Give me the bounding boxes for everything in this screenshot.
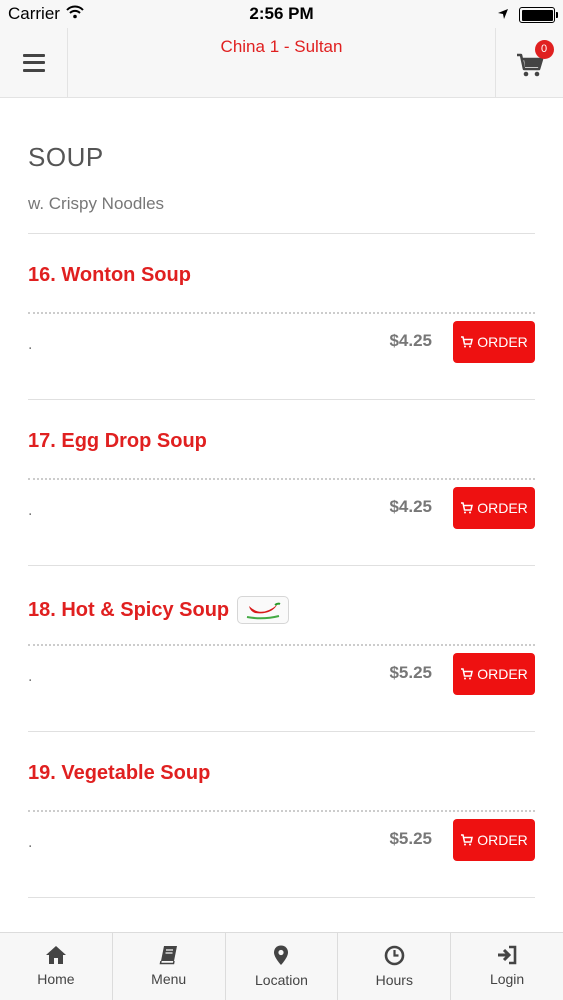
dotted-divider: [28, 478, 535, 480]
cart-icon: [461, 668, 474, 680]
section-subtitle: w. Crispy Noodles: [28, 194, 165, 213]
item-name: 18. Hot & Spicy Soup: [28, 596, 290, 624]
status-right: [497, 5, 558, 25]
dotted-divider: [28, 312, 535, 314]
menu-item: 18. Hot & Spicy Soup . $5.25 ORDER: [28, 566, 535, 732]
order-label: ORDER: [477, 500, 528, 516]
item-price: $5.25: [389, 829, 432, 848]
menu-item: 16. Wonton Soup . $4.25 ORDER: [28, 234, 535, 400]
item-description: .: [28, 834, 33, 851]
cart-icon: [461, 336, 474, 348]
order-button[interactable]: ORDER: [453, 819, 535, 861]
item-price: $4.25: [389, 497, 432, 516]
hamburger-icon: [22, 53, 45, 72]
location-arrow-icon: [497, 5, 509, 25]
menu-item: 19. Vegetable Soup . $5.25 ORDER: [28, 732, 535, 898]
item-price: $5.25: [389, 663, 432, 682]
item-price: $4.25: [389, 331, 432, 350]
order-label: ORDER: [477, 666, 528, 682]
menu-item: 17. Egg Drop Soup . $4.25 ORDER: [28, 400, 535, 566]
dotted-divider: [28, 810, 535, 812]
menu-content: SOUP w. Crispy Noodles 16. Wonton Soup .…: [28, 98, 535, 898]
nav-label: Hours: [375, 972, 413, 988]
cart-button[interactable]: 0: [495, 28, 563, 97]
book-icon: [159, 946, 177, 965]
bottom-nav: Home Menu Location Hours Login: [0, 932, 563, 1000]
item-name: 19. Vegetable Soup: [28, 762, 211, 784]
nav-label: Login: [489, 971, 525, 987]
nav-label: Home: [37, 971, 75, 987]
chili-pepper-icon: [237, 596, 290, 624]
nav-login[interactable]: Login: [451, 933, 563, 1000]
nav-label: Menu: [151, 971, 187, 987]
item-name: 17. Egg Drop Soup: [28, 430, 207, 452]
login-icon: [498, 945, 517, 965]
nav-label: Location: [255, 972, 308, 988]
cart-icon: [461, 834, 474, 846]
app-screen: Carrier 2:56 PM China 1 - Sultan 0 SOUP …: [0, 0, 563, 1000]
restaurant-title: China 1 - Sultan: [220, 37, 343, 56]
order-button[interactable]: ORDER: [453, 653, 535, 695]
item-description: .: [28, 502, 33, 519]
app-header: China 1 - Sultan 0: [0, 28, 563, 98]
item-name: 16. Wonton Soup: [28, 264, 191, 286]
nav-hours[interactable]: Hours: [338, 933, 452, 1000]
status-time: 2:56 PM: [249, 4, 314, 23]
nav-menu[interactable]: Menu: [113, 933, 226, 1000]
dotted-divider: [28, 644, 535, 646]
order-button[interactable]: ORDER: [453, 321, 535, 363]
order-button[interactable]: ORDER: [453, 487, 535, 529]
menu-button[interactable]: [0, 28, 68, 97]
section-title: SOUP: [28, 142, 104, 172]
nav-home[interactable]: Home: [0, 933, 113, 1000]
clock-icon: [384, 945, 405, 966]
home-icon: [45, 946, 66, 964]
cart-icon: [461, 502, 474, 514]
order-label: ORDER: [477, 832, 528, 848]
order-label: ORDER: [477, 334, 528, 350]
item-description: .: [28, 336, 33, 353]
item-description: .: [28, 668, 33, 685]
nav-location[interactable]: Location: [226, 933, 339, 1000]
status-bar: Carrier 2:56 PM: [0, 0, 563, 28]
cart-count-badge: 0: [534, 39, 554, 59]
map-pin-icon: [274, 945, 289, 965]
battery-icon: [519, 7, 558, 23]
